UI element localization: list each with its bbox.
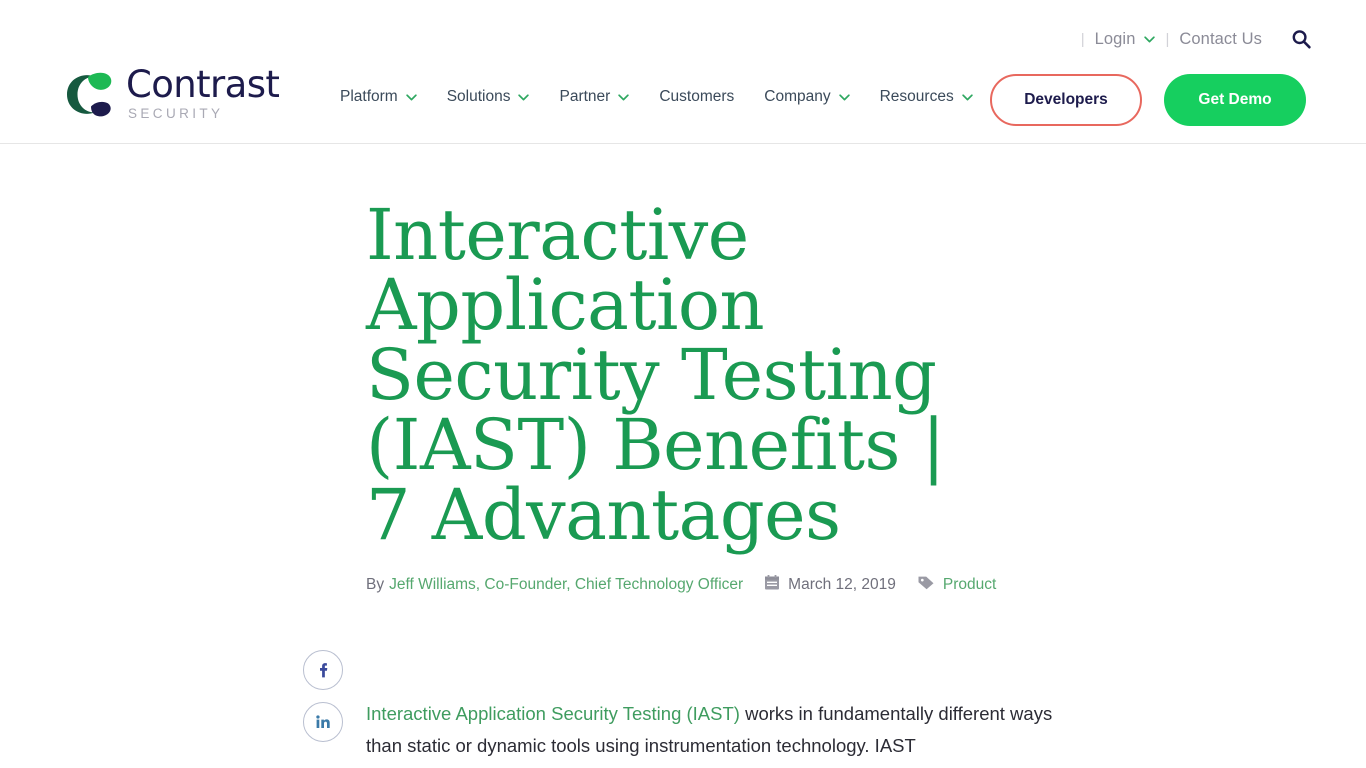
logo-tagline: SECURITY [128, 106, 224, 121]
calendar-icon [765, 575, 780, 595]
tag-icon [918, 575, 934, 595]
nav-item-customers[interactable]: Customers [659, 88, 734, 106]
byline-author-link[interactable]: Jeff Williams, Co-Founder, Chief Technol… [389, 576, 743, 594]
iast-definition-link[interactable]: Interactive Application Security Testing… [366, 703, 740, 724]
publish-date: March 12, 2019 [788, 576, 896, 593]
article-paragraph: Interactive Application Security Testing… [366, 698, 1066, 762]
utility-separator-1: | [1080, 30, 1085, 48]
byline-prefix: By [366, 576, 385, 593]
main-navigation: Platform Solutions Partner Customers Com… [340, 88, 973, 106]
article-body: Interactive Application Security Testing… [366, 698, 1066, 762]
chevron-down-icon [406, 93, 417, 101]
contrast-logo-icon [60, 67, 116, 123]
share-facebook-button[interactable] [303, 650, 343, 690]
contact-us-link[interactable]: Contact Us [1179, 30, 1262, 49]
nav-label: Customers [659, 88, 735, 105]
nav-item-resources[interactable]: Resources [880, 88, 973, 106]
header-cta-group: Developers Get Demo [990, 74, 1306, 126]
login-menu[interactable]: Login [1095, 30, 1156, 49]
article-tag-link[interactable]: Product [943, 576, 996, 594]
byline: By Jeff Williams, Co-Founder, Chief Tech… [366, 575, 1066, 595]
chevron-down-icon [838, 93, 850, 101]
developers-button[interactable]: Developers [990, 74, 1142, 126]
site-header: | Login | Contact Us Contrast SECURITY P… [0, 0, 1366, 144]
utility-bar: | Login | Contact Us [1071, 26, 1312, 52]
chevron-down-icon [961, 93, 973, 101]
nav-item-solutions[interactable]: Solutions [447, 88, 530, 106]
nav-label: Company [764, 88, 831, 105]
logo-text: Contrast SECURITY [126, 63, 280, 122]
article-hero: Interactive Application Security Testing… [0, 144, 1366, 595]
search-icon[interactable] [1290, 28, 1312, 50]
nav-label: Solutions [446, 88, 511, 105]
nav-item-company[interactable]: Company [764, 88, 850, 106]
chevron-down-icon [618, 93, 630, 101]
byline-date-group: March 12, 2019 [765, 575, 896, 595]
nav-label: Resources [879, 88, 954, 105]
byline-tag-group: Product [918, 575, 996, 595]
page-title: Interactive Application Security Testing… [366, 194, 945, 556]
facebook-icon [320, 663, 328, 678]
get-demo-button[interactable]: Get Demo [1164, 74, 1306, 126]
logo[interactable]: Contrast SECURITY [60, 63, 280, 123]
linkedin-icon [316, 715, 330, 728]
nav-label: Platform [340, 88, 398, 105]
article-hero-inner: Interactive Application Security Testing… [366, 200, 1066, 595]
utility-separator-2: | [1165, 30, 1170, 48]
logo-wordmark: Contrast [126, 63, 280, 106]
nav-item-partner[interactable]: Partner [559, 88, 630, 106]
chevron-down-icon [518, 93, 530, 101]
login-label: Login [1094, 29, 1136, 48]
chevron-down-icon [1144, 35, 1156, 43]
nav-label: Partner [559, 88, 611, 105]
share-linkedin-button[interactable] [303, 702, 343, 742]
nav-item-platform[interactable]: Platform [340, 88, 417, 106]
social-share-rail [303, 650, 343, 742]
